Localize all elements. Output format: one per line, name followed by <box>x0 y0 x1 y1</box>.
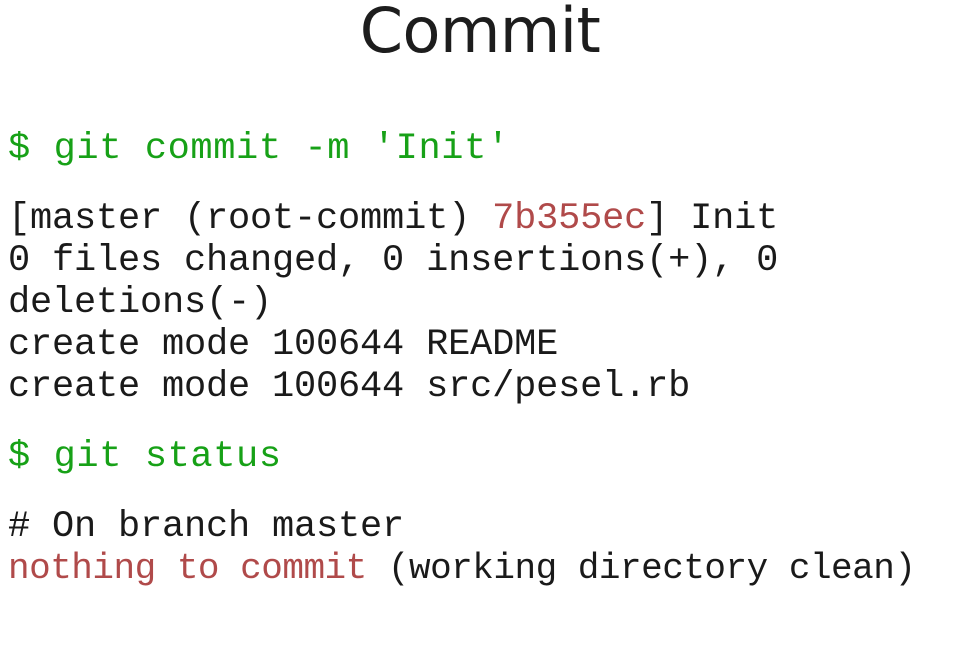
commit-summary-suffix: ] Init <box>646 198 779 240</box>
commit-summary-line: [master (root-commit) 7b355ec] Init <box>8 198 960 240</box>
spacer-after-command-1 <box>8 170 960 198</box>
slide-root: Commit $ git commit -m 'Init' [master (r… <box>0 0 960 651</box>
spacer-after-command-2 <box>8 478 960 506</box>
spacer-before-command-2 <box>8 408 960 436</box>
commit-stats-line-2: deletions(-) <box>8 282 273 324</box>
terminal-command-commit: $ git commit -m 'Init' <box>8 128 510 170</box>
status-clean-line: nothing to commit (working directory cle… <box>8 548 960 590</box>
status-working-directory-clean: (working directory clean) <box>366 548 916 589</box>
status-branch-line: # On branch master <box>8 506 405 548</box>
terminal-transcript: $ git commit -m 'Init' [master (root-com… <box>8 128 960 590</box>
create-mode-pesel: create mode 100644 src/pesel.rb <box>8 366 691 408</box>
create-mode-readme: create mode 100644 README <box>8 324 559 366</box>
status-nothing-to-commit: nothing to commit <box>8 548 367 589</box>
commit-stats-line-1: 0 files changed, 0 insertions(+), 0 <box>8 240 779 282</box>
terminal-command-status: $ git status <box>8 436 282 478</box>
commit-summary-prefix: [master (root-commit) <box>8 198 493 240</box>
page-title: Commit <box>359 0 601 67</box>
commit-hash: 7b355ec <box>492 198 647 240</box>
